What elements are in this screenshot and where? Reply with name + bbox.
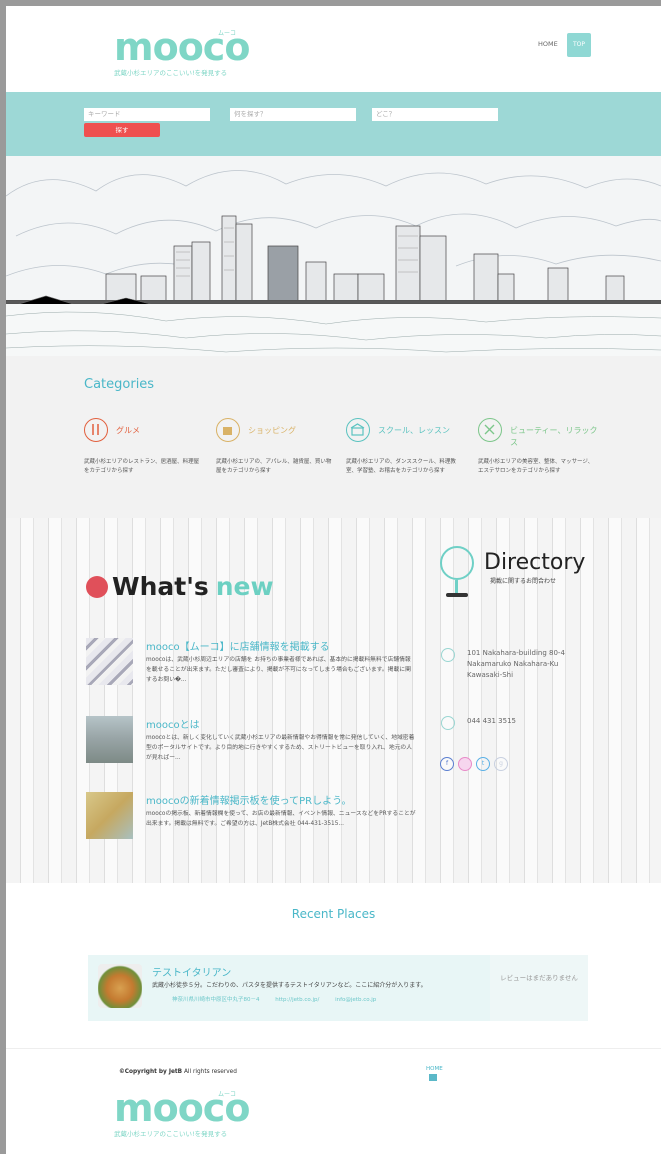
pen-icon [86,575,108,598]
what-input[interactable]: 何を探す？ [230,108,356,121]
search-button[interactable]: 探す [84,123,160,137]
recent-places-title: Recent Places [291,907,376,921]
keyword-input[interactable]: キーワード [84,108,210,121]
news-item-body: moocoの掲示板、新着情報欄を使って、お店の最新情報、イベント情報、ニュースな… [146,811,416,827]
twitter-icon[interactable]: t [476,757,490,771]
place-review-status: レビューはまだありません [490,955,588,1021]
nav-home-link[interactable]: HOME [538,40,558,48]
scissors-icon [478,418,502,442]
place-address: 神奈川県川崎市中原区中丸子80－4 [172,997,260,1003]
logo-kana: ムーコ [218,1091,237,1098]
instagram-icon[interactable] [458,757,472,771]
directory-subtitle: 掲載に関するお問合わせ [490,578,557,585]
place-email[interactable]: info@jetb.co.jp [335,997,376,1003]
google-plus-icon[interactable]: g [494,757,508,771]
category-label: ショッピング [248,426,296,435]
news-thumbnail [86,716,133,763]
category-description: 武蔵小杉エリアのレストラン、居酒屋、料理屋をカテゴリから探す [84,459,200,474]
nav-top-button[interactable]: TOP [567,33,591,57]
copyright-text: ©Copyright by JetB All rights reserved [119,1069,237,1075]
site-header: mooco ムーコ 武蔵小杉エリアのここいい!を発見する HOME TOP [6,6,661,92]
category-description: 武蔵小杉エリアの、アパレル、雑貨屋、買い物屋をカテゴリから探す [216,459,332,474]
directory-logo: Directory 掲載に関するお問合わせ [440,546,600,602]
news-item-body: moocoは、武蔵小杉周辺エリアの店舗を お持ちの事業者様であれば、基本的に掲載… [146,657,411,683]
facebook-icon[interactable]: f [440,757,454,771]
news-item-title[interactable]: mooco【ムーコ】に店舗情報を掲載する [146,638,330,653]
hero-skyline-image [6,156,661,356]
place-description: 武蔵小杉徒歩５分。こだわりの、パスタを提供するテストイタリアンなど。ここに紹介分… [152,982,427,989]
address-text: 101 Nakahara-building 80-4 Nakamaruko Na… [467,649,565,679]
place-thumbnail [98,964,142,1008]
copyright-rest: All rights reserved [182,1069,237,1075]
recent-places-section: Recent Places テストイタリアン 武蔵小杉徒歩５分。こだわりの、パス… [6,883,661,1048]
school-icon [346,418,370,442]
where-input[interactable]: どこ？ [372,108,498,121]
directory-title: Directory [484,550,586,575]
whats-new-title-b: new [215,572,274,601]
map-pin-icon [440,546,474,580]
category-label: グルメ [116,426,140,435]
logo-tagline: 武蔵小杉エリアのここいい!を発見する [114,1130,228,1138]
page-frame: mooco ムーコ 武蔵小杉エリアのここいい!を発見する HOME TOP キー… [6,6,661,1154]
whats-new-section: What's new mooco【ムーコ】に店舗情報を掲載する moocoは、武… [6,518,661,883]
news-item-body: moocoとは、新しく変化していく武蔵小杉エリアの最新情報やお得情報を常に発信し… [146,735,415,761]
site-logo[interactable]: mooco ムーコ 武蔵小杉エリアのここいい!を発見する [114,28,250,78]
place-name[interactable]: テストイタリアン [152,964,231,979]
news-item-title[interactable]: moocoとは [146,716,200,731]
news-item-title[interactable]: moocoの新着情報掲示板を使ってPRしよう。 [146,792,351,807]
directory-phone: 044 431 3515 [441,716,516,730]
home-icon[interactable] [429,1074,437,1081]
footer-home-link[interactable]: HOME [426,1066,443,1072]
search-bar: キーワード 何を探す？ どこ？ 探す [6,92,661,156]
category-description: 武蔵小杉エリアの美容室、整体、マッサージ、エステサロンをカテゴリから探す [478,459,594,474]
place-url[interactable]: http://jetb.co.jp/ [275,997,319,1003]
place-meta: 神奈川県川崎市中原区中丸子80－4 http://jetb.co.jp/ inf… [172,995,390,1003]
news-thumbnail [86,638,133,685]
cutlery-icon [84,418,108,442]
category-label: ビューティー、リラックス [510,426,598,447]
place-card[interactable]: テストイタリアン 武蔵小杉徒歩５分。こだわりの、パスタを提供するテストイタリアン… [88,955,490,1021]
copyright-owner: ©Copyright by JetB [119,1069,183,1075]
logo-kana: ムーコ [218,30,237,37]
categories-section: Categories グルメ 武蔵小杉エリアのレストラン、居酒屋、料理屋をカテゴ… [6,356,661,518]
logo-tagline: 武蔵小杉エリアのここいい!を発見する [114,69,228,77]
footer-logo[interactable]: mooco ムーコ 武蔵小杉エリアのここいい!を発見する [114,1089,250,1139]
whats-new-title: What's new [86,572,274,601]
news-thumbnail [86,792,133,839]
shopping-bag-icon [216,418,240,442]
phone-icon [441,716,455,730]
directory-address: 101 Nakahara-building 80-4 Nakamaruko Na… [441,648,587,681]
site-footer: ©Copyright by JetB All rights reserved H… [6,1048,661,1154]
social-links: f t g [440,757,512,771]
phone-text[interactable]: 044 431 3515 [467,716,516,730]
category-description: 武蔵小杉エリアの、ダンススクール、料理教室、学習塾、お稽古をカテゴリから探す [346,459,456,474]
category-label: スクール、レッスン [378,426,450,435]
categories-title: Categories [84,377,155,392]
whats-new-title-a: What's [112,572,209,601]
location-icon [441,648,455,662]
